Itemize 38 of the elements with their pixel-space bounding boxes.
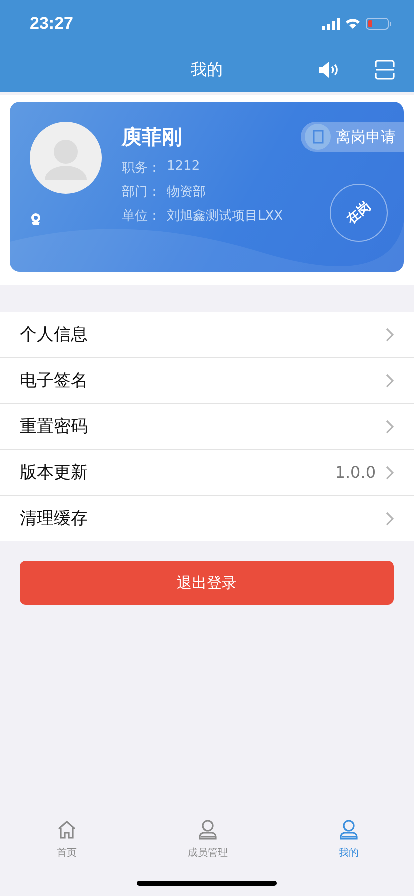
chevron-icon: [386, 374, 394, 388]
menu-label: 清理缓存: [20, 508, 89, 530]
menu-item[interactable]: 个人信息: [0, 312, 414, 358]
field-value: 刘旭鑫测试项目LXX: [167, 208, 284, 225]
menu-item[interactable]: 重置密码: [0, 404, 414, 450]
version-text: 1.0.0: [335, 463, 376, 482]
person-icon: [339, 820, 359, 840]
field-label: 部门：: [122, 184, 161, 201]
menu-label: 电子签名: [20, 370, 89, 392]
field-label: 单位：: [122, 208, 161, 225]
badge-icon: [30, 213, 42, 225]
menu-item[interactable]: 版本更新 1.0.0: [0, 450, 414, 496]
battery-icon: [366, 18, 392, 30]
home-icon: [57, 820, 77, 840]
menu-label: 个人信息: [20, 324, 89, 346]
person-icon: [198, 820, 218, 840]
menu-label: 版本更新: [20, 462, 89, 484]
scan-icon[interactable]: [375, 60, 395, 80]
status-stamp: 在岗: [330, 184, 388, 242]
menu-label: 重置密码: [20, 416, 89, 438]
logout-button[interactable]: 退出登录: [20, 561, 394, 605]
chevron-icon: [386, 466, 394, 480]
field-label: 职务：: [122, 160, 161, 177]
speaker-icon[interactable]: [318, 61, 340, 79]
chevron-icon: [386, 512, 394, 526]
wifi-icon: [345, 18, 361, 30]
chevron-icon: [386, 420, 394, 434]
status-time: 23:27: [30, 14, 74, 34]
user-name: 庾菲刚: [122, 124, 183, 151]
avatar: [30, 122, 102, 194]
signal-icon: [322, 18, 340, 30]
page-title: 我的: [191, 60, 223, 80]
field-value: 物资部: [167, 184, 206, 201]
menu-item[interactable]: 清理缓存: [0, 496, 414, 541]
chevron-icon: [386, 328, 394, 342]
field-value: 1212: [167, 159, 200, 176]
door-icon: [305, 124, 331, 150]
menu-item[interactable]: 电子签名: [0, 358, 414, 404]
